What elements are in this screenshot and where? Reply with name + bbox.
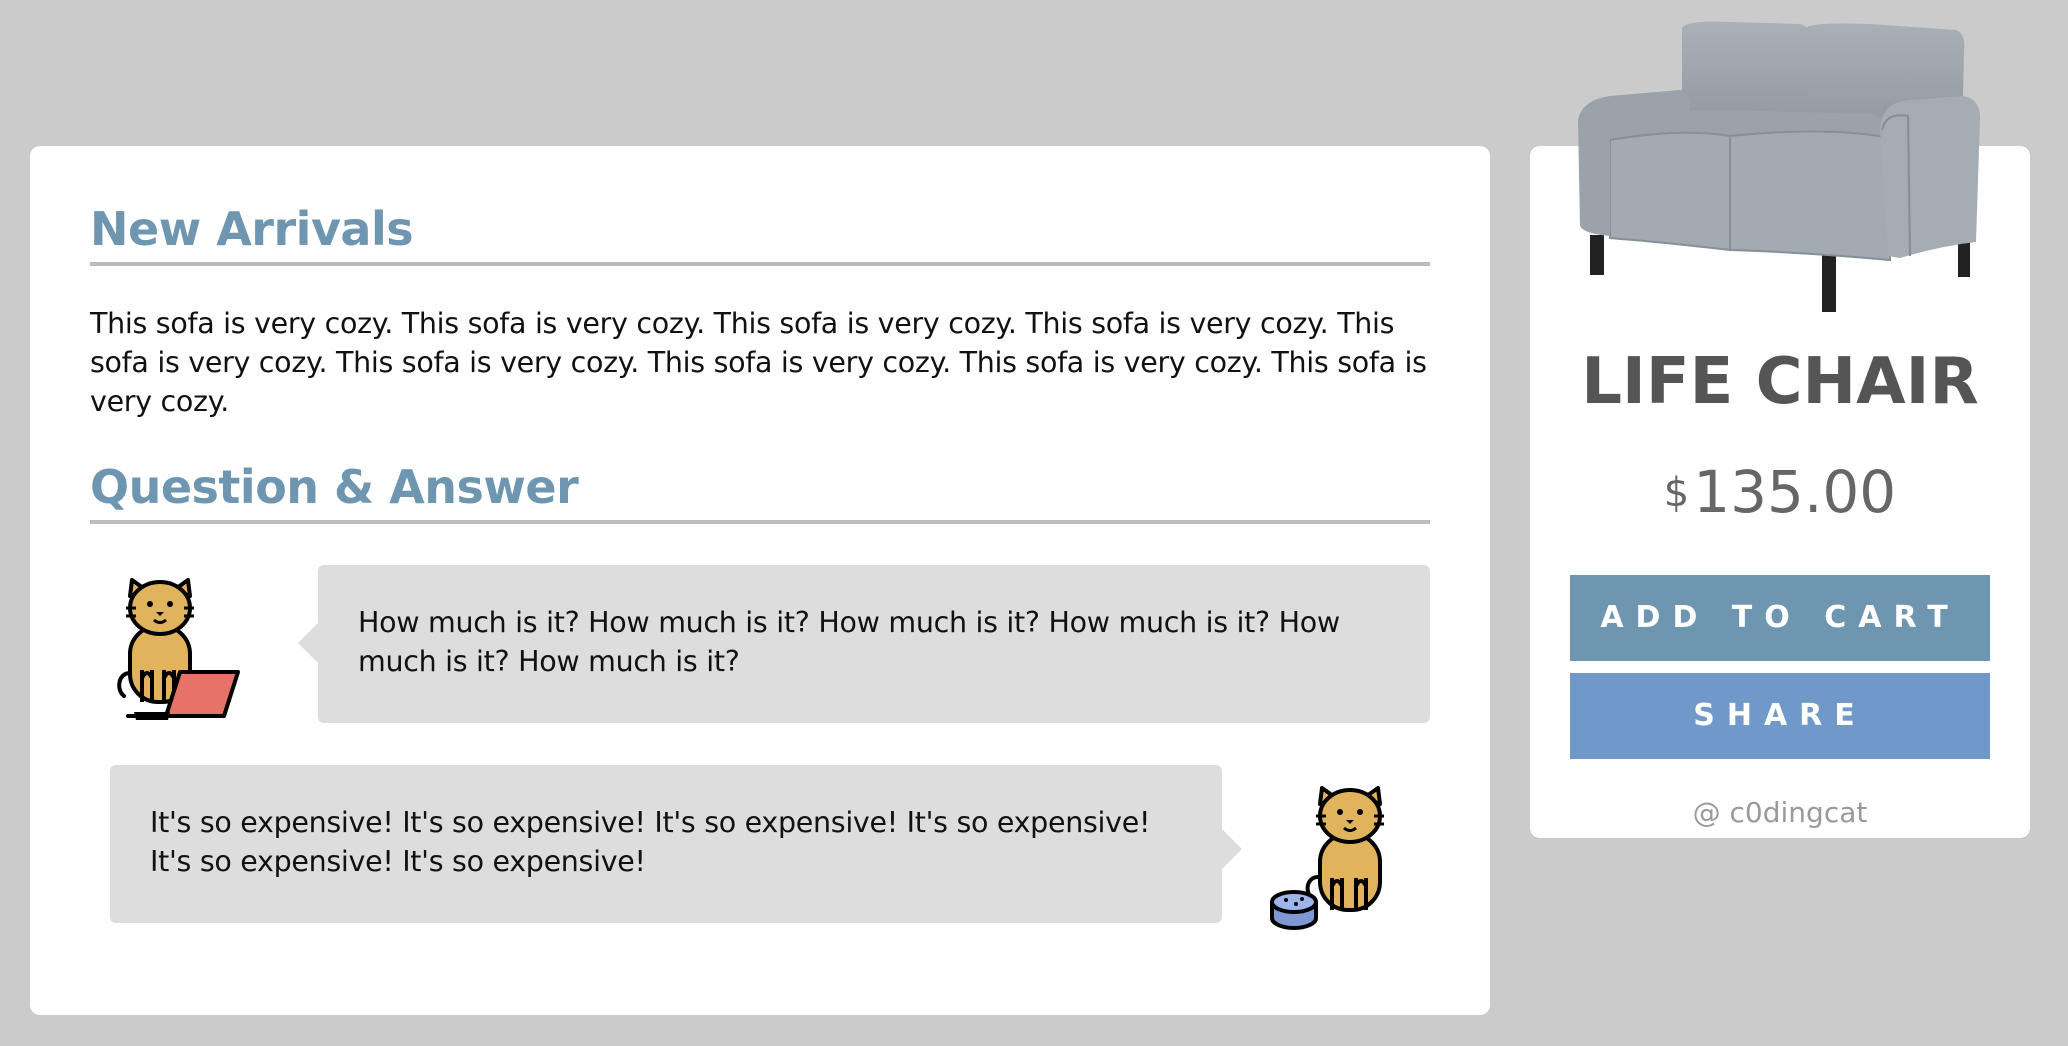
product-name: LIFE CHAIR [1581, 345, 1979, 419]
gray-sofa-image [1578, 21, 1980, 312]
add-to-cart-button[interactable]: ADD TO CART [1570, 575, 1990, 661]
product-details-card: New Arrivals This sofa is very cozy. Thi… [30, 146, 1490, 1015]
qa-heading: Question & Answer [90, 460, 579, 514]
cat-with-food-bowl-icon [1270, 786, 1384, 930]
share-button[interactable]: SHARE [1570, 673, 1990, 759]
new-arrivals-divider [90, 262, 1430, 266]
price-amount: 135.00 [1693, 458, 1897, 526]
author-credit: @ c0dingcat [1692, 796, 1868, 829]
product-price: $135.00 [1530, 458, 2030, 526]
cat-with-laptop-icon [117, 578, 240, 720]
question-bubble: How much is it? How much is it? How much… [298, 565, 1430, 723]
answer-bubble: It's so expensive! It's so expensive! It… [110, 765, 1242, 923]
product-description: This sofa is very cozy. This sofa is ver… [90, 307, 1427, 418]
new-arrivals-heading: New Arrivals [90, 202, 414, 256]
qa-divider [90, 520, 1430, 524]
price-currency: $ [1663, 470, 1690, 516]
